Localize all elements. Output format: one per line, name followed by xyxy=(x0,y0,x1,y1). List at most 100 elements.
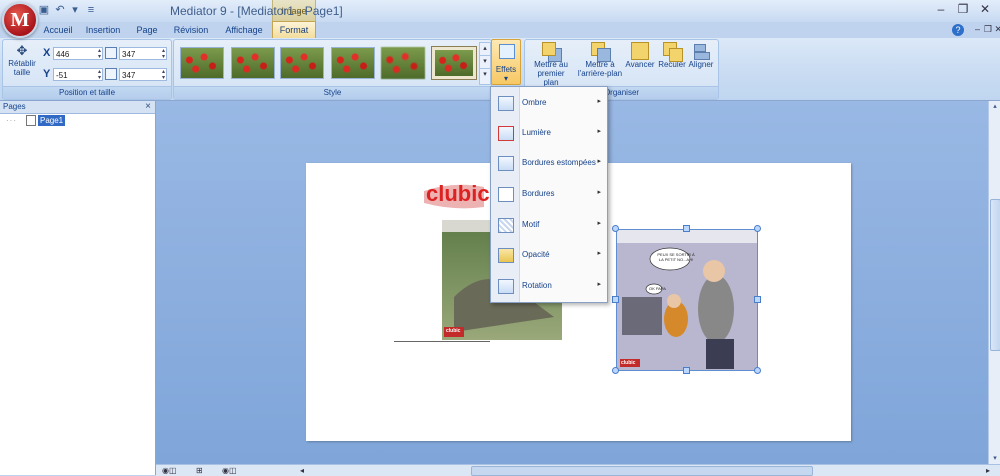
resize-handle[interactable] xyxy=(683,225,690,232)
pattern-icon xyxy=(498,218,514,233)
bring-front-icon xyxy=(542,42,562,62)
menu-item-shadow[interactable]: Ombre ▸ xyxy=(491,89,607,119)
dropdown-icon[interactable]: ▾ xyxy=(68,4,82,17)
tab-format[interactable]: Format xyxy=(272,21,316,38)
y-position-input[interactable]: -51 ▴ ▾ xyxy=(53,68,103,81)
style-thumbnail[interactable] xyxy=(180,47,224,79)
app-logo-button[interactable]: M xyxy=(2,2,38,38)
bring-forward-label: Avancer xyxy=(625,60,655,69)
style-thumbnail[interactable] xyxy=(280,47,324,79)
style-thumbnail[interactable] xyxy=(331,47,375,79)
tab-affichage[interactable]: Affichage xyxy=(220,22,268,38)
scroll-left-icon[interactable]: ◂ xyxy=(300,465,304,476)
borders-icon xyxy=(498,187,514,202)
tab-accueil[interactable]: Accueil xyxy=(38,22,78,38)
send-backward-icon xyxy=(663,42,683,62)
send-to-back-button[interactable]: Mettre à l'arrière-plan xyxy=(577,42,623,78)
align-label: Aligner xyxy=(688,60,714,69)
send-to-back-label: Mettre à l'arrière-plan xyxy=(577,60,623,78)
bring-to-front-label: Mettre au premier plan xyxy=(534,60,568,87)
spin-arrows-icon[interactable]: ▴ ▾ xyxy=(98,48,101,60)
menu-item-label: Bordures estompées xyxy=(522,158,596,167)
submenu-arrow-icon: ▸ xyxy=(597,128,601,135)
effects-button[interactable]: Effets ▾ xyxy=(491,39,521,85)
ribbon-close-icon[interactable]: ✕ xyxy=(994,24,1000,35)
ribbon-restore-icon[interactable]: ❐ xyxy=(984,24,992,35)
vertical-scroll-thumb[interactable] xyxy=(990,199,1000,351)
resize-handle[interactable] xyxy=(754,296,761,303)
save-icon[interactable]: ▣ xyxy=(37,4,51,17)
shadow-icon xyxy=(498,96,514,111)
style-thumbnail[interactable] xyxy=(381,47,425,79)
tree-connector: ··· xyxy=(6,116,17,125)
pages-close-icon[interactable]: × xyxy=(145,101,151,113)
resize-handle[interactable] xyxy=(683,367,690,374)
bring-to-front-button[interactable]: Mettre au premier plan xyxy=(531,42,571,87)
bring-forward-button[interactable]: Avancer xyxy=(625,42,655,69)
align-button[interactable]: Aligner xyxy=(687,42,715,69)
soft-edges-icon xyxy=(498,156,514,171)
style-group: ▴ ▾ ▾ Style xyxy=(173,39,492,100)
resize-handle[interactable] xyxy=(612,367,619,374)
menu-item-label: Bordures xyxy=(522,189,555,198)
page-list-item[interactable]: Page1 xyxy=(38,115,66,126)
help-icon[interactable]: ? xyxy=(952,24,964,36)
menu-item-label: Rotation xyxy=(522,281,552,290)
spin-arrows-icon[interactable]: ▴ ▾ xyxy=(162,48,165,60)
tab-page[interactable]: Page xyxy=(130,22,164,38)
x-position-input[interactable]: 446 ▴ ▾ xyxy=(53,47,103,60)
send-back-icon xyxy=(591,42,611,62)
menu-item-rotation[interactable]: Rotation ▸ xyxy=(491,272,607,302)
reset-size-button[interactable]: ✥ Rétablir taille xyxy=(5,43,39,77)
restore-button[interactable]: ❐ xyxy=(952,2,974,18)
spin-arrows-icon[interactable]: ▴ ▾ xyxy=(162,69,165,81)
style-scroll-down-icon[interactable]: ▾ xyxy=(479,55,491,69)
resize-handle[interactable] xyxy=(754,367,761,374)
vertical-scrollbar[interactable]: ▴ ▾ xyxy=(988,101,1000,464)
preview-icon[interactable]: ◉◫ xyxy=(222,465,237,476)
left-image-banner: clubic xyxy=(426,181,490,206)
menu-item-glow[interactable]: Lumière ▸ xyxy=(491,119,607,149)
close-button[interactable]: ✕ xyxy=(974,2,996,18)
y-label: Y xyxy=(43,68,51,80)
style-more-icon[interactable]: ▾ xyxy=(479,68,491,85)
style-thumbnail-selected[interactable] xyxy=(431,46,477,80)
minimize-button[interactable]: ‒ xyxy=(930,2,952,18)
opacity-icon xyxy=(498,248,514,263)
submenu-arrow-icon: ▸ xyxy=(597,250,601,257)
submenu-arrow-icon: ▸ xyxy=(597,189,601,196)
style-thumbnail[interactable] xyxy=(231,47,275,79)
resize-handle[interactable] xyxy=(612,296,619,303)
left-image-logo: clubic xyxy=(446,328,461,334)
send-backward-button[interactable]: Reculer xyxy=(657,42,687,69)
menu-item-opacity[interactable]: Opacité ▸ xyxy=(491,241,607,271)
pages-pane: Pages × ··· Page1 xyxy=(0,101,156,475)
tab-revision[interactable]: Révision xyxy=(170,22,212,38)
layout-icon[interactable]: ⊞ xyxy=(196,465,203,476)
undo-icon[interactable]: ↶ xyxy=(53,4,67,17)
resize-handle[interactable] xyxy=(754,225,761,232)
menu-item-borders[interactable]: Bordures ▸ xyxy=(491,180,607,210)
scroll-down-icon[interactable]: ▾ xyxy=(989,453,1000,464)
title-bar: ▣ ↶ ▾ ≡ Image Mediator 9 - [Mediator1 - … xyxy=(0,0,1000,23)
menu-item-pattern[interactable]: Motif ▸ xyxy=(491,211,607,241)
divider-line xyxy=(394,341,490,342)
effects-icon xyxy=(499,44,515,59)
height-icon xyxy=(105,68,117,80)
spin-arrows-icon[interactable]: ▴ ▾ xyxy=(98,69,101,81)
menu-item-label: Opacité xyxy=(522,250,550,259)
menu-item-soft-edges[interactable]: Bordures estompées ▸ xyxy=(491,149,607,179)
style-scroll-up-icon[interactable]: ▴ xyxy=(479,42,491,56)
width-input[interactable]: 347 ▴ ▾ xyxy=(119,47,167,60)
tab-insertion[interactable]: Insertion xyxy=(82,22,124,38)
resize-handle[interactable] xyxy=(612,225,619,232)
scroll-right-icon[interactable]: ▸ xyxy=(986,465,990,476)
submenu-arrow-icon: ▸ xyxy=(597,98,601,105)
scroll-up-icon[interactable]: ▴ xyxy=(989,101,1000,112)
pages-pane-header: Pages × xyxy=(0,101,155,114)
customize-qat-icon[interactable]: ≡ xyxy=(84,4,98,17)
ribbon-minimize-icon[interactable]: ‒ xyxy=(975,24,980,34)
view-mode-icon[interactable]: ◉◫ xyxy=(162,465,177,476)
selection-frame xyxy=(616,229,758,371)
height-input[interactable]: 347 ▴ ▾ xyxy=(119,68,167,81)
